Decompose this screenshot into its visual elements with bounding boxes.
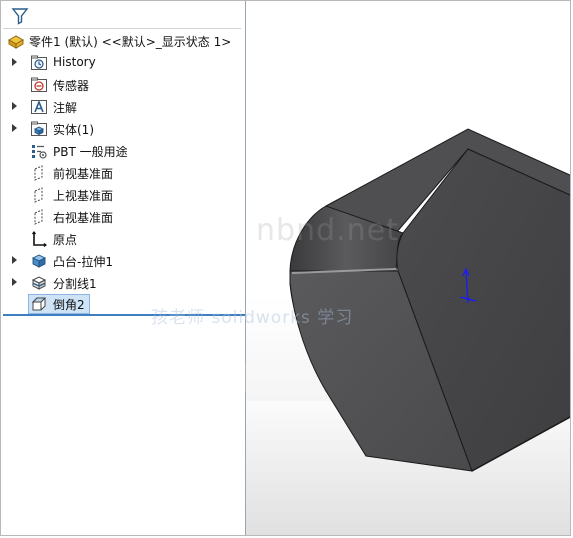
tree-item-label: 右视基准面 <box>53 211 114 225</box>
part-icon <box>7 32 25 50</box>
chamfer-icon <box>30 295 48 313</box>
split-line-icon <box>30 274 48 292</box>
tree-item-label: 分割线1 <box>53 277 97 291</box>
expand-arrow-icon[interactable] <box>12 124 17 132</box>
graphics-viewport[interactable] <box>246 1 571 536</box>
expand-arrow-icon[interactable] <box>12 256 17 264</box>
tree-item-annotations[interactable]: 注解 <box>1 96 241 118</box>
tree-item-top-plane[interactable]: 上视基准面 <box>1 184 241 206</box>
origin-icon <box>30 230 48 248</box>
material-icon <box>30 142 48 160</box>
history-folder-icon <box>30 54 48 72</box>
plane-icon <box>30 208 48 226</box>
tree-item-label: 实体(1) <box>53 123 94 137</box>
solid-bodies-icon <box>30 120 48 138</box>
tree-item-label: PBT 一般用途 <box>53 145 128 159</box>
tree-item-boss-extrude1[interactable]: 凸台-拉伸1 <box>1 250 241 272</box>
tree-item-split-line1[interactable]: 分割线1 <box>1 272 241 294</box>
plane-icon <box>30 164 48 182</box>
app-window: 零件1 (默认) <<默认>_显示状态 1> History 传感器 注解 实体… <box>0 0 571 536</box>
expand-arrow-icon[interactable] <box>12 58 17 66</box>
filter-bar <box>3 3 241 29</box>
sensor-folder-icon <box>30 76 48 94</box>
rollback-bar[interactable] <box>3 314 245 316</box>
tree-item-solid-bodies[interactable]: 实体(1) <box>1 118 241 140</box>
tree-item-label: 凸台-拉伸1 <box>53 255 113 269</box>
tree-item-chamfer2[interactable]: 倒角2 <box>1 293 241 315</box>
tree-root-label: 零件1 (默认) <<默认>_显示状态 1> <box>29 35 232 49</box>
tree-item-label: 前视基准面 <box>53 167 114 181</box>
tree-item-origin[interactable]: 原点 <box>1 228 241 250</box>
plane-icon <box>30 186 48 204</box>
boss-extrude-icon <box>30 252 48 270</box>
expand-arrow-icon[interactable] <box>12 278 17 286</box>
tree-item-label: 原点 <box>53 233 78 247</box>
tree-item-right-plane[interactable]: 右视基准面 <box>1 206 241 228</box>
tree-item-sensors[interactable]: 传感器 <box>1 74 241 96</box>
tree-item-label: History <box>53 55 96 69</box>
tree-item-label: 上视基准面 <box>53 189 114 203</box>
annotations-icon <box>30 98 48 116</box>
tree-root-part[interactable]: 零件1 (默认) <<默认>_显示状态 1> <box>1 30 241 52</box>
tree-item-history[interactable]: History <box>1 52 241 74</box>
tree-item-front-plane[interactable]: 前视基准面 <box>1 162 241 184</box>
tree-item-label: 传感器 <box>53 79 90 93</box>
tree-item-material[interactable]: PBT 一般用途 <box>1 140 241 162</box>
tree-item-label: 注解 <box>53 101 78 115</box>
feature-manager-tree: 零件1 (默认) <<默认>_显示状态 1> History 传感器 注解 实体… <box>1 1 246 535</box>
tree-item-label: 倒角2 <box>53 298 85 312</box>
filter-icon[interactable] <box>11 7 29 29</box>
expand-arrow-icon[interactable] <box>12 102 17 110</box>
model-view[interactable] <box>246 1 571 536</box>
